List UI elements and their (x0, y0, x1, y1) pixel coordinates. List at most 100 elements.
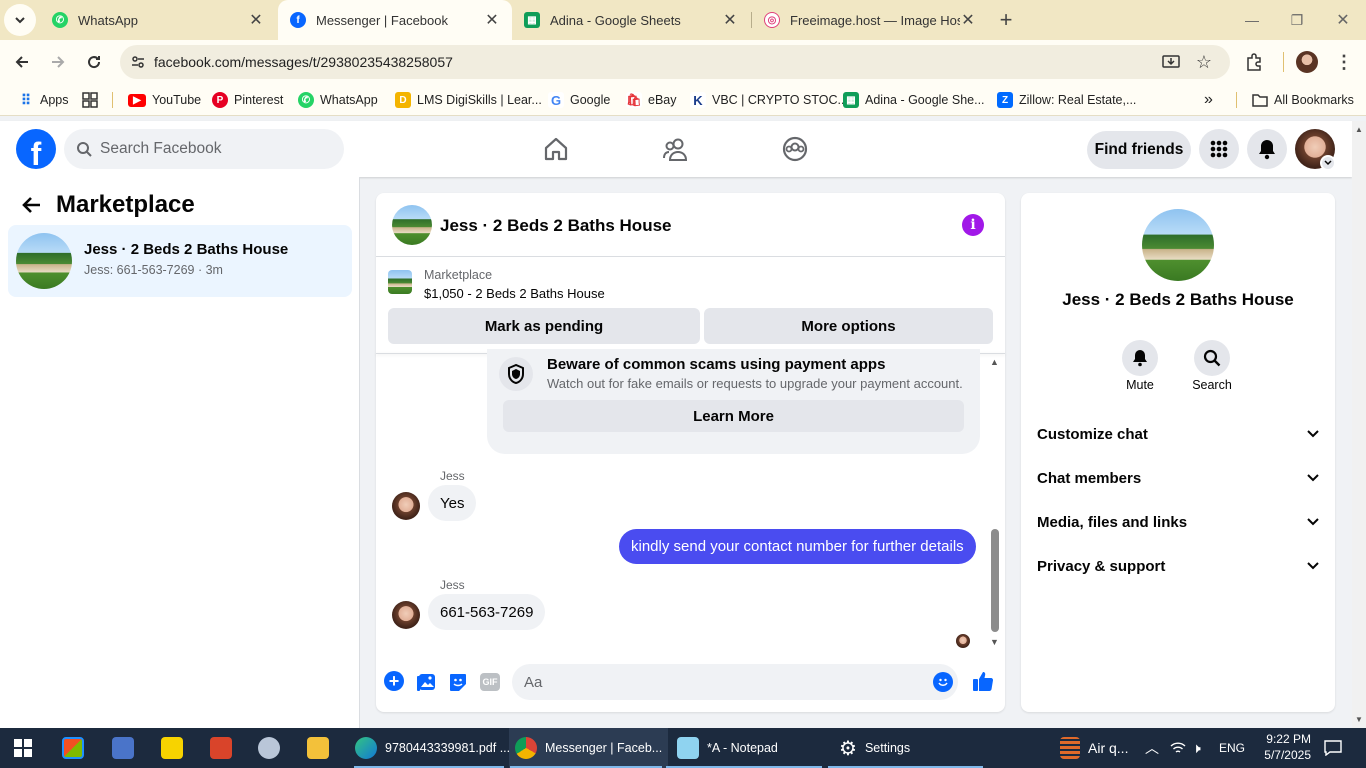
pc-icon[interactable] (112, 728, 142, 768)
thumbs-up-icon[interactable] (972, 670, 994, 697)
page-scrollbar[interactable]: ▲ ▼ (1352, 121, 1366, 728)
bookmark-star-icon[interactable]: ☆ (1196, 52, 1212, 73)
apps-grid-icon: ⠿ (20, 91, 32, 108)
start-button[interactable] (14, 728, 32, 768)
restore-icon[interactable]: ❐ (1281, 4, 1313, 36)
sender-avatar[interactable] (392, 601, 420, 629)
privacy-support-section[interactable]: Privacy & support (1037, 552, 1319, 580)
bookmark-label: YouTube (152, 93, 202, 107)
all-bookmarks[interactable]: All Bookmarks (1252, 84, 1354, 116)
forward-icon[interactable] (42, 46, 74, 78)
snipping-tool-icon[interactable] (258, 728, 288, 768)
profile-avatar[interactable] (1291, 46, 1323, 78)
sender-avatar[interactable] (392, 492, 420, 520)
gif-icon[interactable]: GIF (480, 673, 500, 691)
find-friends-button[interactable]: Find friends (1087, 131, 1191, 169)
customize-chat-section[interactable]: Customize chat (1037, 420, 1319, 448)
tab-whatsapp[interactable]: ✆ WhatsApp ✕ (40, 0, 276, 40)
account-chevron-icon[interactable] (1320, 155, 1336, 171)
tab-messenger[interactable]: f Messenger | Facebook ✕ (278, 0, 512, 40)
bookmark-whatsapp[interactable]: ✆ WhatsApp (298, 84, 378, 116)
install-app-icon[interactable] (1162, 53, 1180, 76)
tab-groups-icon[interactable] (82, 84, 98, 116)
bookmark-pinterest[interactable]: P Pinterest (212, 84, 283, 116)
bookmark-apps[interactable]: ⠿ Apps (18, 84, 69, 116)
emoji-icon[interactable] (933, 672, 953, 692)
mark-as-pending-label: Mark as pending (484, 317, 604, 335)
listing-price-title[interactable]: $1,050 - 2 Beds 2 Baths House (424, 286, 605, 301)
close-tab-icon[interactable]: ✕ (484, 10, 500, 30)
language-indicator[interactable]: ENG (1219, 728, 1245, 768)
paint-icon[interactable] (210, 728, 240, 768)
new-tab-icon[interactable]: + (990, 4, 1022, 36)
tab-google-sheets[interactable]: ▦ Adina - Google Sheets ✕ (512, 0, 750, 40)
bookmark-google[interactable]: G Google (548, 84, 610, 116)
reload-icon[interactable] (78, 46, 110, 78)
more-bookmarks-icon[interactable]: » (1204, 84, 1213, 116)
learn-more-button[interactable]: Learn More (503, 400, 964, 432)
groups-icon[interactable] (777, 131, 813, 167)
chrome-menu-icon[interactable]: ⋮ (1328, 46, 1360, 78)
more-options-button[interactable]: More options (704, 308, 993, 344)
back-arrow-icon[interactable] (20, 194, 42, 221)
add-plus-icon[interactable]: + (384, 671, 404, 691)
facebook-logo[interactable]: f (16, 129, 56, 169)
details-name[interactable]: Jess · 2 Beds 2 Baths House (1021, 290, 1335, 310)
attach-photo-icon[interactable] (416, 672, 436, 697)
extensions-icon[interactable] (1238, 46, 1270, 78)
taskbar-settings[interactable]: ⚙ Settings (839, 728, 910, 768)
taskbar-edge-pdf[interactable]: 9780443339981.pdf ... (355, 728, 510, 768)
address-bar[interactable]: facebook.com/messages/t/2938023543825805… (120, 45, 1230, 79)
info-icon[interactable]: i (962, 214, 984, 236)
scrollbar-thumb[interactable] (991, 529, 999, 632)
bookmark-ebay[interactable]: 🛍 eBay (626, 84, 677, 116)
mark-as-pending-button[interactable]: Mark as pending (388, 308, 700, 344)
sticky-notes-icon[interactable] (161, 728, 191, 768)
friends-icon[interactable] (658, 131, 694, 167)
sticker-icon[interactable] (448, 672, 468, 697)
back-icon[interactable] (6, 46, 38, 78)
bookmark-zillow[interactable]: Z Zillow: Real Estate,... (997, 84, 1136, 116)
taskbar-chrome-messenger[interactable]: Messenger | Faceb... (509, 728, 669, 768)
close-tab-icon[interactable]: ✕ (960, 10, 976, 30)
minimize-icon[interactable]: — (1236, 4, 1268, 36)
close-tab-icon[interactable]: ✕ (722, 10, 738, 30)
conversation-avatar[interactable] (392, 205, 432, 245)
taskbar-notepad[interactable]: *A - Notepad (677, 728, 778, 768)
close-tab-icon[interactable]: ✕ (248, 10, 264, 30)
tray-chevron-icon[interactable]: ︿ (1145, 728, 1159, 768)
message-bubble-outgoing[interactable]: kindly send your contact number for furt… (619, 529, 976, 564)
bookmark-digiskills[interactable]: D LMS DigiSkills | Lear... (395, 84, 542, 116)
notification-center-icon[interactable] (1324, 728, 1342, 768)
profile-photo[interactable] (1142, 209, 1214, 281)
tab-freeimage[interactable]: ◎ Freeimage.host — Image Hostin ✕ (752, 0, 988, 40)
message-bubble-incoming[interactable]: 661-563-7269 (428, 594, 546, 630)
listing-thumbnail[interactable] (388, 270, 412, 294)
volume-icon[interactable]: 🕨 (1192, 728, 1201, 768)
weather-widget[interactable]: Air q... (1060, 728, 1128, 768)
clock[interactable]: 9:22 PM 5/7/2025 (1255, 731, 1311, 763)
close-window-icon[interactable]: ✕ (1327, 4, 1359, 36)
mute-button[interactable] (1122, 340, 1158, 376)
site-info-icon[interactable] (130, 54, 146, 70)
bookmark-youtube[interactable]: ▶ YouTube (128, 84, 201, 116)
chat-scrollbar[interactable]: ▲ ▼ (989, 357, 1001, 649)
notifications-bell-icon[interactable] (1247, 129, 1287, 169)
file-explorer-icon[interactable] (307, 728, 337, 768)
media-files-links-section[interactable]: Media, files and links (1037, 508, 1319, 536)
home-icon[interactable] (538, 131, 574, 167)
facebook-search-input[interactable]: Search Facebook (64, 129, 344, 169)
chat-members-section[interactable]: Chat members (1037, 464, 1319, 492)
bookmark-vbc[interactable]: K VBC | CRYPTO STOC... (690, 84, 848, 116)
conversation-title[interactable]: Jess · 2 Beds 2 Baths House (440, 216, 671, 236)
search-conversation-button[interactable] (1194, 340, 1230, 376)
tab-search-icon[interactable] (4, 4, 36, 36)
bookmark-google-sheets[interactable]: ▦ Adina - Google She... (843, 84, 985, 116)
wifi-icon[interactable] (1170, 728, 1186, 768)
chat-list-item[interactable]: Jess · 2 Beds 2 Baths House Jess: 661-56… (8, 225, 352, 297)
store-icon[interactable] (62, 728, 92, 768)
bookmark-label: Apps (40, 93, 69, 107)
message-bubble-incoming[interactable]: Yes (428, 485, 477, 521)
menu-grid-icon[interactable] (1199, 129, 1239, 169)
message-input[interactable]: Aa (512, 664, 958, 700)
